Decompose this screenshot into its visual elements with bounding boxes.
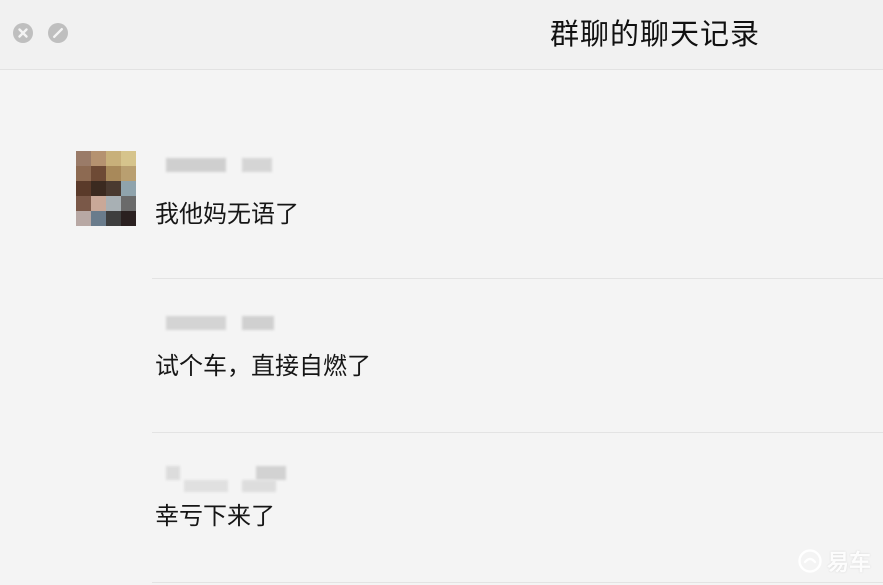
message-text: 试个车，直接自燃了	[155, 352, 371, 380]
window-title: 群聊的聊天记录	[549, 17, 760, 51]
avatar[interactable]	[76, 151, 136, 226]
message-divider	[152, 582, 883, 583]
title-bar: 群聊的聊天记录	[0, 0, 883, 70]
sender-name-blurred	[166, 310, 296, 344]
close-button[interactable]	[13, 23, 33, 43]
watermark-text: 易车	[826, 551, 871, 576]
minimize-icon	[53, 28, 63, 38]
yiche-logo-icon	[798, 549, 822, 573]
message-divider	[152, 432, 883, 433]
message-list[interactable]: 我他妈无语了 试个车，直接自燃了 幸亏下来了	[0, 70, 883, 585]
message-text: 幸亏下来了	[155, 502, 275, 530]
close-icon	[18, 28, 28, 38]
watermark: 易车	[797, 545, 871, 577]
message-text: 我他妈无语了	[155, 200, 299, 228]
message-divider	[152, 278, 883, 279]
sender-name-blurred	[166, 148, 296, 182]
sender-name-blurred	[166, 460, 296, 494]
minimize-button[interactable]	[48, 23, 68, 43]
